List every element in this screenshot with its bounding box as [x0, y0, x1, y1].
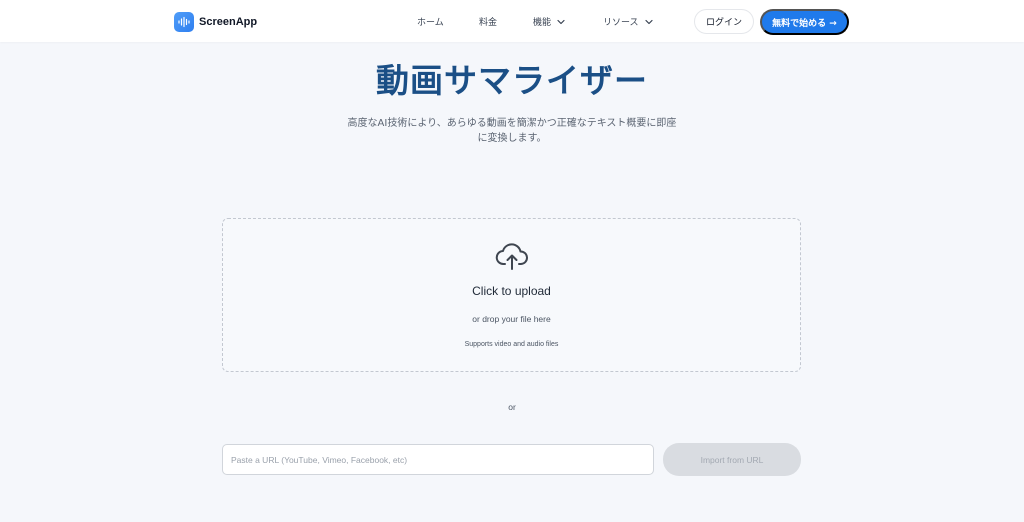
- import-url-button[interactable]: Import from URL: [663, 443, 801, 476]
- page-title: 動画サマライザー: [376, 61, 648, 100]
- upload-supported-formats: Supports video and audio files: [464, 341, 559, 348]
- chevron-down-icon: [644, 19, 653, 25]
- waveform-icon: [174, 12, 194, 32]
- brand-name: ScreenApp: [199, 16, 258, 28]
- upload-subtitle: or drop your file here: [472, 314, 551, 324]
- cloud-upload-icon: [495, 241, 529, 275]
- or-divider: or: [508, 402, 516, 412]
- nav-resources-label: リソース: [603, 18, 639, 28]
- chevron-down-icon: [557, 19, 565, 25]
- url-input[interactable]: [222, 444, 654, 475]
- nav-resources-dropdown[interactable]: リソース: [603, 15, 653, 28]
- page-subtitle: 高度なAI技術により、あらゆる動画を簡潔かつ正確なテキスト概要に即座 に変換しま…: [322, 116, 702, 146]
- top-navbar: ScreenApp ホーム 料金 機能 リソース ログイン 無料で始める →: [0, 0, 1024, 42]
- nav-features-dropdown[interactable]: 機能: [533, 15, 565, 28]
- start-free-button[interactable]: 無料で始める →: [760, 9, 849, 35]
- login-button[interactable]: ログイン: [694, 9, 754, 34]
- upload-title: Click to upload: [472, 284, 551, 298]
- nav-home-link[interactable]: ホーム: [417, 15, 444, 28]
- upload-dropzone[interactable]: Click to upload or drop your file here S…: [222, 218, 801, 372]
- nav-home-label: ホーム: [417, 18, 444, 28]
- brand-logo[interactable]: ScreenApp: [174, 11, 257, 33]
- nav-pricing-label: 料金: [479, 18, 498, 28]
- nav-pricing-link[interactable]: 料金: [479, 15, 497, 28]
- subtitle-line-1: 高度なAI技術により、あらゆる動画を簡潔かつ正確なテキスト概要に即座: [347, 118, 677, 129]
- subtitle-line-2: に変換します。: [477, 133, 547, 144]
- nav-features-label: 機能: [533, 18, 552, 28]
